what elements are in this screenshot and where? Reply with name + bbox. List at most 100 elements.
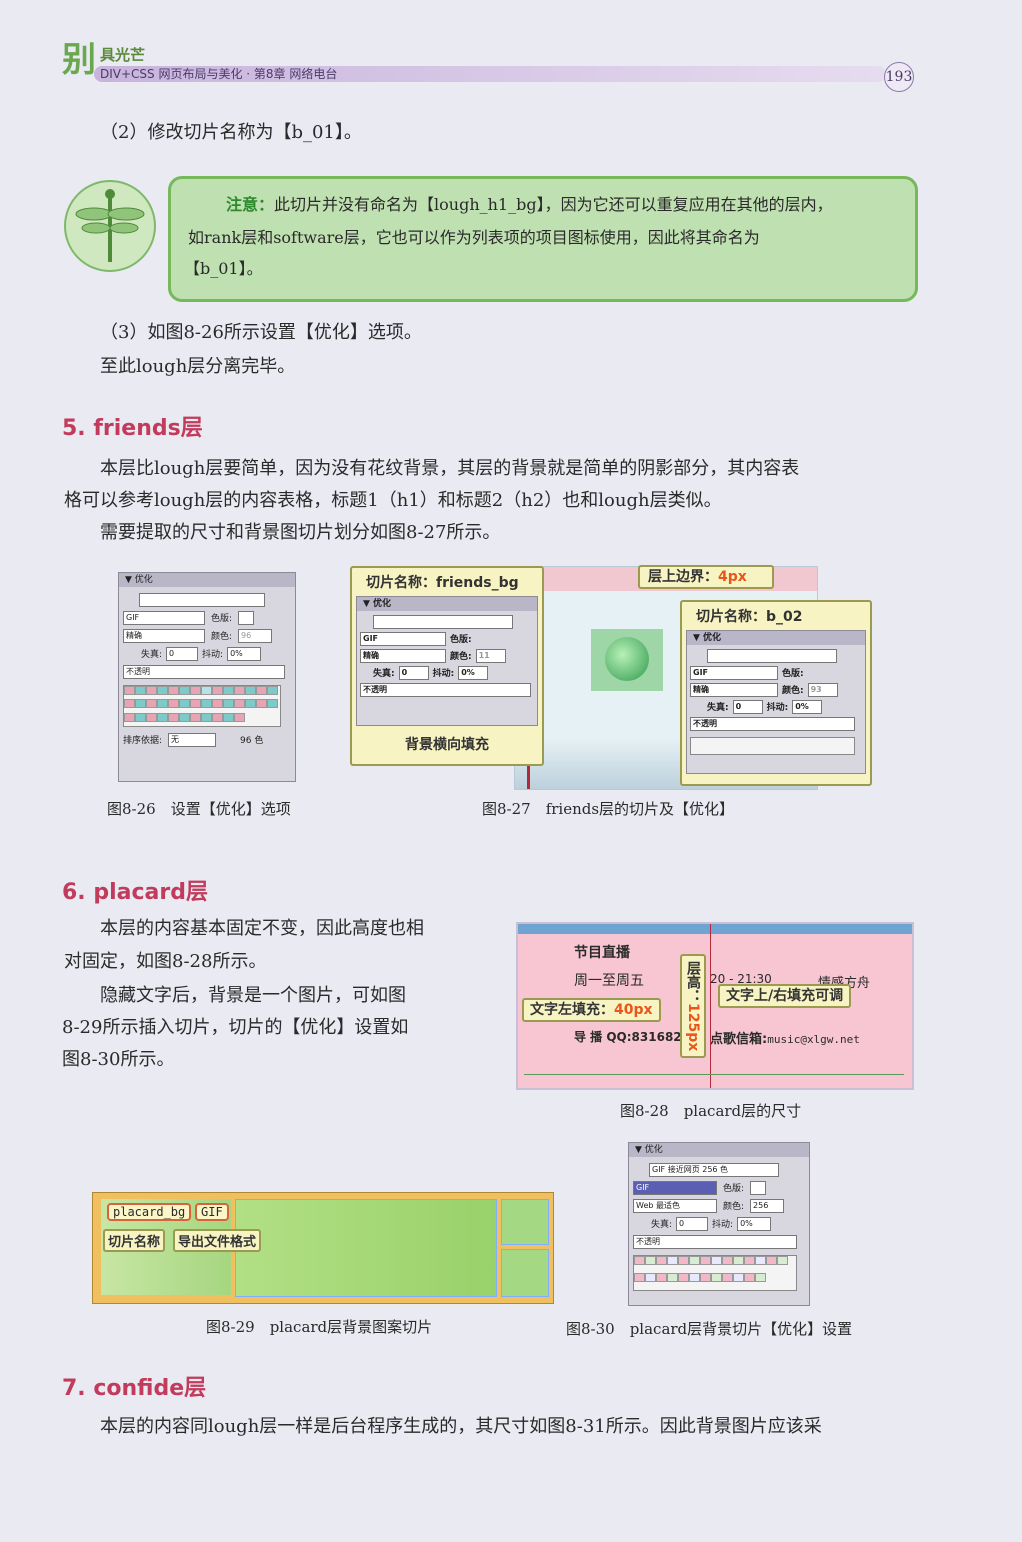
- palette-select[interactable]: 精确: [690, 683, 778, 697]
- preset-select[interactable]: [373, 615, 513, 629]
- palette-select[interactable]: 精确: [123, 629, 205, 643]
- dither-input[interactable]: 0%: [792, 700, 823, 714]
- palette-select[interactable]: Web 最适色: [633, 1199, 717, 1213]
- slice-name-tag: placard_bg: [107, 1203, 192, 1221]
- top-right-padding-callout: 文字上/右填充可调: [718, 984, 852, 1008]
- color-table-label: 色版:: [782, 669, 804, 679]
- transparency-select[interactable]: 不透明: [690, 717, 855, 731]
- paragraph-lough-done: 至此lough层分离完毕。: [100, 356, 296, 377]
- paragraph-placard-2: 对固定，如图8-28所示。: [64, 951, 267, 972]
- panel-title: ▼ 优化: [357, 597, 537, 611]
- layer-top-border-label: 层上边界：: [648, 569, 718, 585]
- loss-input[interactable]: 0: [166, 647, 199, 661]
- colors-label: 颜色:: [211, 632, 233, 642]
- left-padding-label: 文字左填充：: [530, 1002, 614, 1018]
- song-mailbox-email: music@xlgw.net: [767, 1033, 860, 1046]
- loss-input[interactable]: 0: [676, 1217, 709, 1231]
- preset-select[interactable]: [707, 649, 837, 663]
- weekday-label: 周一至周五: [574, 973, 644, 989]
- note-line-3: 【b_01】。: [184, 259, 263, 278]
- note-line-1: 注意：此切片并没有命名为【lough_h1_bg】，因为它还可以重复应用在其他的…: [226, 188, 833, 221]
- caption-fig-8-27: 图8-27 friends层的切片及【优化】: [482, 800, 735, 818]
- layer-top-border-value: 4px: [718, 569, 747, 585]
- figure-8-26-optimize-panel: ▼ 优化 GIF 色版: 精确 颜色: 96 失真: 0 抖动: 0% 不透明 …: [118, 572, 296, 782]
- color-grid: [690, 737, 855, 755]
- color-table-label: 色版:: [723, 1184, 745, 1194]
- caption-fig-8-30: 图8-30 placard层背景切片【优化】设置: [566, 1320, 853, 1338]
- color-table-label: 色版:: [211, 614, 233, 624]
- slice-center: [235, 1199, 497, 1297]
- palette-select[interactable]: 精确: [360, 649, 446, 663]
- slice-right-bottom: [501, 1249, 549, 1297]
- song-mailbox-title: 点歌信箱:: [710, 1032, 768, 1047]
- dither-label: 抖动:: [202, 650, 224, 660]
- song-mailbox-label: 点歌信箱:music@xlgw.net: [710, 1028, 860, 1047]
- caption-fig-8-26: 图8-26 设置【优化】选项: [107, 800, 291, 818]
- left-padding-value: 40px: [614, 1002, 653, 1018]
- slice-name-friends-bg: 切片名称：friends_bg: [366, 575, 519, 591]
- heading-placard: 6. placard层: [62, 880, 208, 905]
- slice-right-top: [501, 1199, 549, 1245]
- sort-label: 排序依据:: [123, 736, 163, 746]
- note-text-1: 此切片并没有命名为【lough_h1_bg】，因为它还可以重复应用在其他的层内，: [274, 195, 833, 214]
- dither-input[interactable]: 0%: [227, 647, 262, 661]
- transparency-select[interactable]: 不透明: [123, 665, 285, 679]
- color-count: 96 色: [240, 736, 264, 746]
- paragraph-placard-4: 8-29所示插入切片，切片的【优化】设置如: [62, 1017, 409, 1038]
- layer-top-border-callout: 层上边界：4px: [638, 565, 774, 589]
- colors-input[interactable]: 96: [238, 629, 273, 643]
- loss-input[interactable]: 0: [732, 700, 763, 714]
- blue-top-strip: [518, 924, 912, 934]
- colors-label: 颜色:: [782, 686, 804, 696]
- layer-height-label: 层高：: [685, 960, 701, 1003]
- caption-fig-8-28: 图8-28 placard层的尺寸: [620, 1102, 802, 1120]
- color-grid: [633, 1255, 797, 1291]
- preset-select[interactable]: [139, 593, 265, 607]
- friends-bg-callout: 切片名称：friends_bg ▼ 优化 GIF 色版: 精确 颜色: 11 失真: 0…: [350, 566, 544, 766]
- colors-label: 颜色:: [450, 652, 472, 662]
- loss-input[interactable]: 0: [398, 666, 429, 680]
- color-table-swatch[interactable]: [238, 611, 255, 625]
- format-select[interactable]: GIF: [123, 611, 205, 625]
- transparency-select[interactable]: 不透明: [633, 1235, 797, 1249]
- colors-label: 颜色:: [723, 1202, 745, 1212]
- loss-label: 失真:: [141, 650, 163, 660]
- paragraph-confide-1: 本层的内容同lough层一样是后台程序生成的，其尺寸如图8-31所示。因此背景图…: [100, 1416, 822, 1437]
- colors-input[interactable]: 93: [807, 683, 838, 697]
- sort-select[interactable]: 无: [168, 733, 217, 747]
- slice-name-callout: 切片名称: [103, 1229, 166, 1252]
- transparency-select[interactable]: 不透明: [360, 683, 531, 697]
- color-grid: [123, 685, 281, 727]
- format-tag: GIF: [195, 1203, 229, 1221]
- dither-input[interactable]: 0%: [737, 1217, 772, 1231]
- friends-bg-optimize-panel: ▼ 优化 GIF 色版: 精确 颜色: 11 失真: 0 抖动: 0% 不透明: [356, 596, 538, 726]
- format-select[interactable]: GIF: [690, 666, 778, 680]
- header-chapter-text: DIV+CSS 网页布局与美化 · 第8章 网络电台: [100, 67, 338, 81]
- heading-friends: 5. friends层: [62, 416, 203, 441]
- note-label: 注意：: [226, 195, 275, 214]
- left-padding-callout: 文字左填充：40px: [522, 998, 661, 1022]
- note-line-2: 如rank层和software层，它也可以作为列表项的项目图标使用，因此将其命名…: [188, 228, 760, 247]
- layer-height-callout: 层高：125px: [680, 954, 706, 1058]
- bottom-guide-line: [524, 1074, 904, 1075]
- panel-title: ▼ 优化: [119, 573, 295, 587]
- dither-input[interactable]: 0%: [458, 666, 489, 680]
- program-live-label: 节目直播: [574, 945, 630, 961]
- panel-title: ▼ 优化: [629, 1143, 809, 1157]
- format-select[interactable]: GIF: [633, 1181, 717, 1195]
- horizontal-fill-label: 背景横向填充: [405, 737, 489, 753]
- b02-optimize-panel: ▼ 优化 GIF 色版: 精确 颜色: 93 失真: 0 抖动: 0% 不透明: [686, 630, 866, 774]
- green-orb-icon: [605, 637, 649, 681]
- dither-label: 抖动:: [712, 1220, 734, 1230]
- format-select[interactable]: GIF: [360, 632, 446, 646]
- dragonfly-icon: [64, 180, 156, 272]
- figure-8-29-slices: placard_bg GIF 切片名称 导出文件格式: [92, 1192, 554, 1304]
- paragraph-placard-1: 本层的内容基本固定不变，因此高度也相: [100, 918, 424, 939]
- colors-input[interactable]: 256: [750, 1199, 785, 1213]
- color-table-swatch[interactable]: [750, 1181, 767, 1195]
- preset-select[interactable]: GIF 接近网页 256 色: [649, 1163, 779, 1177]
- paragraph-friends-2: 格可以参考lough层的内容表格，标题1（h1）和标题2（h2）也和lough层…: [64, 490, 722, 511]
- slice-name-b02: 切片名称：b_02: [696, 609, 803, 625]
- panel-title: ▼ 优化: [687, 631, 865, 645]
- colors-input[interactable]: 11: [475, 649, 506, 663]
